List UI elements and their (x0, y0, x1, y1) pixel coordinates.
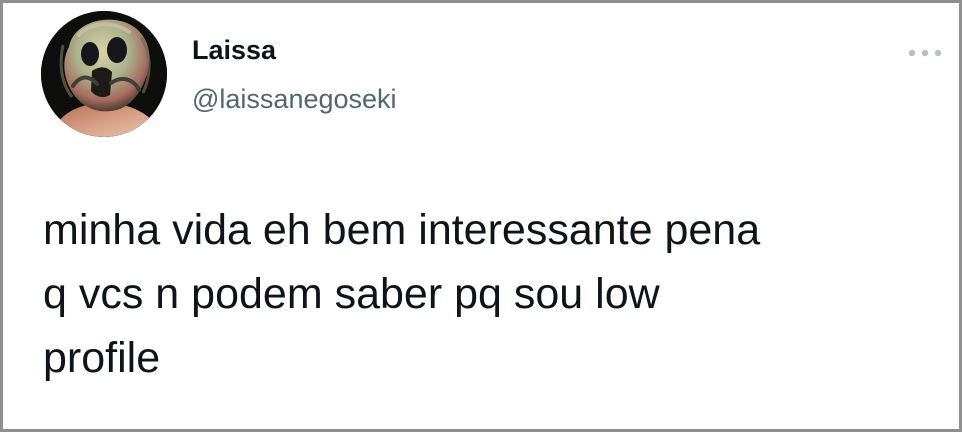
author-handle[interactable]: @laissanegoseki (192, 83, 397, 115)
more-horizontal-icon (908, 49, 942, 57)
more-options-button[interactable] (901, 41, 949, 65)
tweet-text-line: profile (43, 334, 161, 382)
author-avatar[interactable] (41, 11, 167, 137)
tweet-card: Laissa @laissanegoseki minha vida eh bem… (0, 0, 962, 432)
tweet-text: minha vida eh bem interessante pena q vc… (43, 198, 943, 390)
author-display-name[interactable]: Laissa (192, 34, 276, 66)
avatar-image (41, 11, 167, 137)
tweet-text-line: q vcs n podem saber pq sou low (43, 270, 660, 318)
tweet-text-line: minha vida eh bem interessante pena (43, 206, 761, 254)
